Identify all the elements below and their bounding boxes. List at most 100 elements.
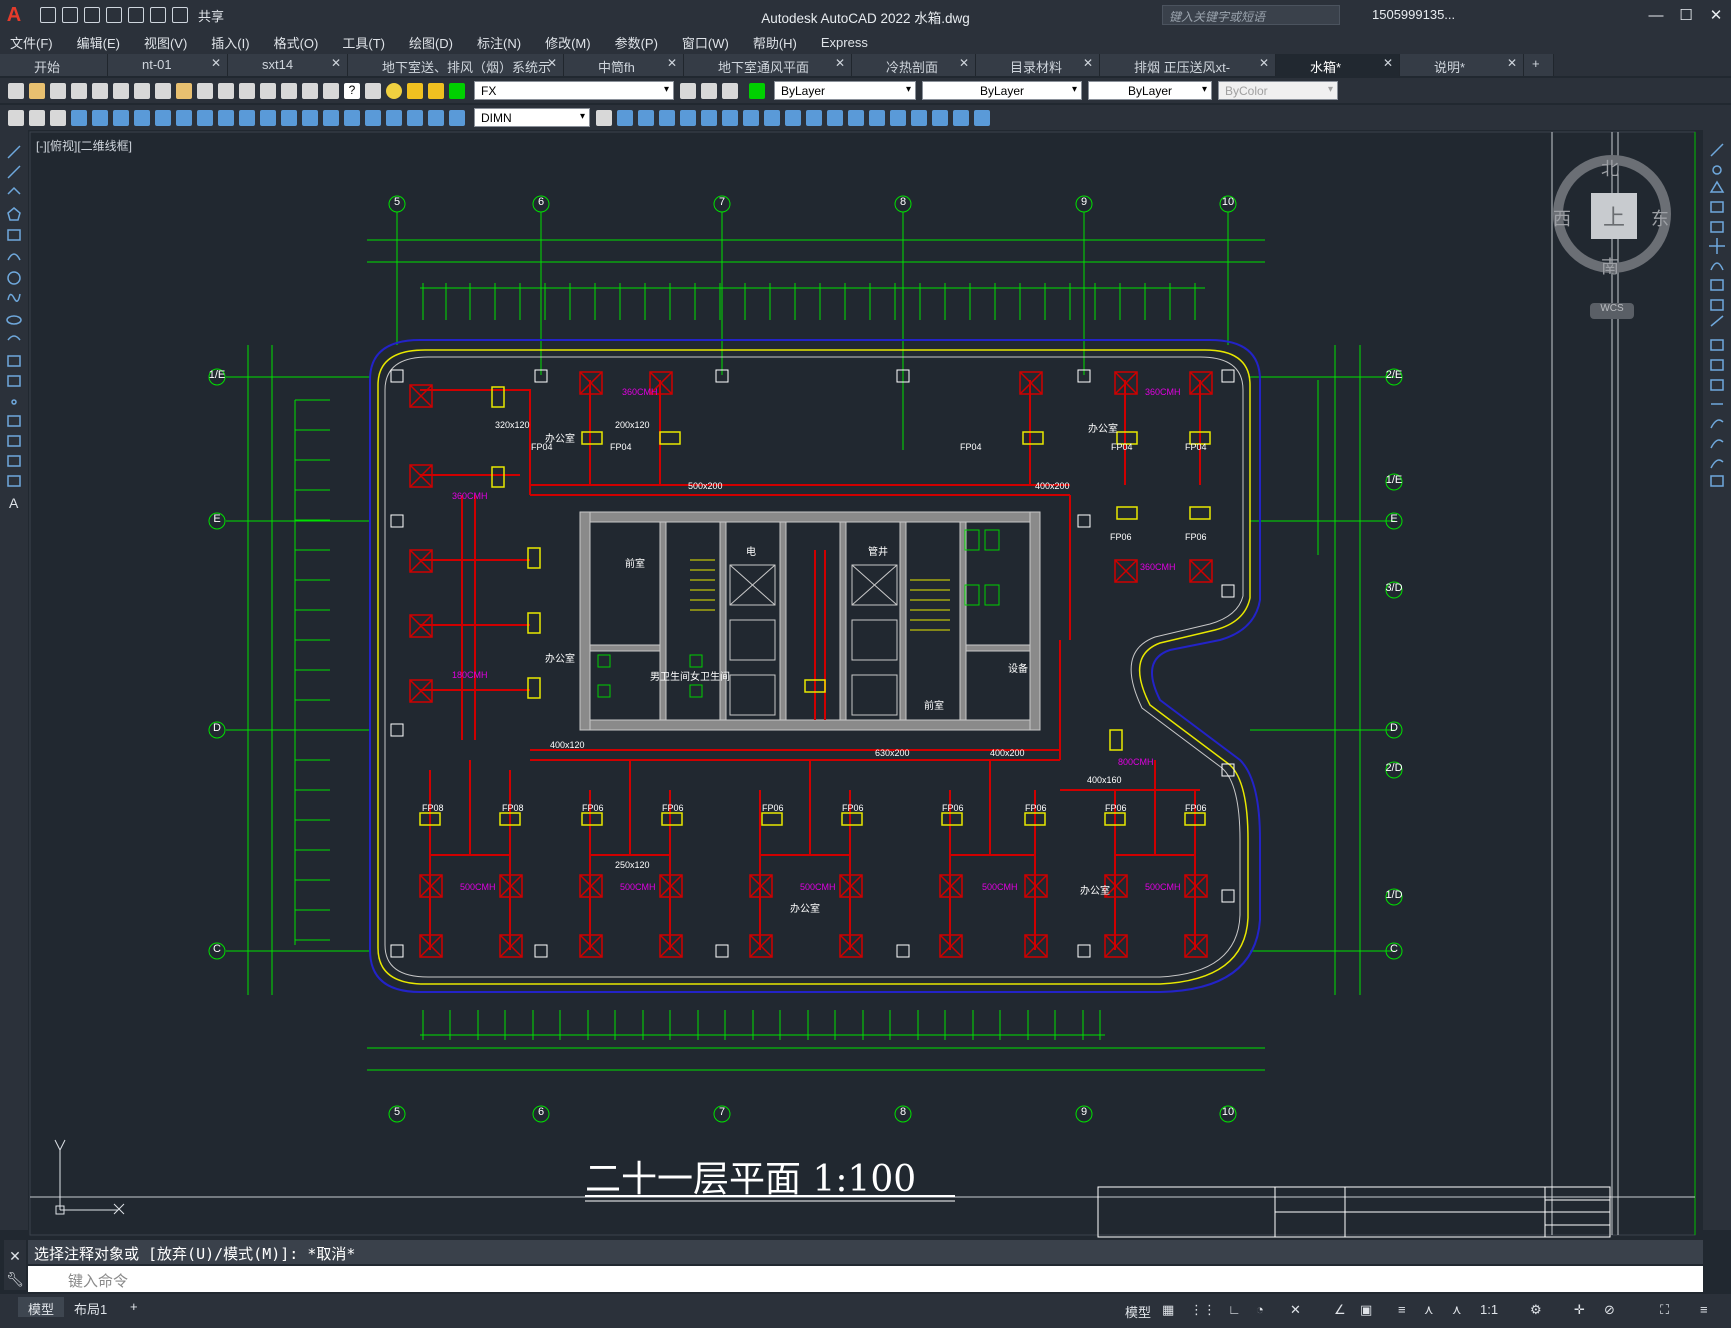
cmd-settings-icon[interactable]: 🔧︎ — [4, 1271, 26, 1288]
airflow-label: 360CMH — [1140, 562, 1176, 572]
fcu-label: FP06 — [662, 803, 684, 813]
airflow-label: 500CMH — [800, 882, 836, 892]
airflow-label: 800CMH — [1118, 757, 1154, 767]
grid-col-bottom-8: 8 — [899, 1106, 907, 1118]
grid-col-top-5: 5 — [393, 196, 401, 208]
grid-row-left-0: 1/E — [208, 369, 226, 381]
room-label: 办公室 — [790, 904, 820, 915]
room-label: 前室 — [924, 701, 944, 712]
customize-menu-icon[interactable]: ≡ — [1700, 1302, 1708, 1317]
fcu-label: FP04 — [1111, 442, 1133, 452]
viewcube-north[interactable]: 北 — [1601, 155, 1619, 181]
isolate-icon[interactable]: ⊘ — [1604, 1302, 1615, 1318]
grid-col-bottom-5: 5 — [393, 1106, 401, 1118]
osnap-icon[interactable]: ∠ — [1334, 1302, 1346, 1318]
viewcube-south[interactable]: 南 — [1601, 253, 1619, 279]
drawing-canvas[interactable] — [0, 0, 1731, 1238]
otrack-icon[interactable]: ▣ — [1360, 1302, 1372, 1318]
fcu-label: FP06 — [582, 803, 604, 813]
status-bar — [0, 1294, 1731, 1328]
grid-col-top-7: 7 — [718, 196, 726, 208]
grid-row-left-1: E — [213, 513, 221, 525]
tab-model[interactable]: 模型 — [18, 1297, 65, 1317]
wcs-button[interactable]: WCS — [1590, 303, 1634, 319]
snap-icon[interactable]: ⋮⋮ — [1190, 1302, 1216, 1318]
room-label: 男卫生间 — [650, 672, 690, 683]
room-label: 设备 — [1008, 664, 1028, 675]
annotation-visibility-icon[interactable]: ⋏ — [1452, 1302, 1462, 1318]
fcu-label: FP06 — [1110, 532, 1132, 542]
grid-row-right-2: E — [1390, 513, 1398, 525]
airflow-label: 500CMH — [982, 882, 1018, 892]
command-input[interactable]: 键入命令 — [28, 1266, 1703, 1292]
duct-size-label: 200x120 — [615, 420, 650, 430]
fcu-label: FP08 — [502, 803, 524, 813]
room-label: 女卫生间 — [690, 672, 730, 683]
viewcube-west[interactable]: 西 — [1553, 205, 1571, 231]
viewcube-top-face[interactable]: 上 — [1591, 193, 1637, 239]
grid-icon[interactable]: ▦ — [1162, 1302, 1174, 1318]
annotation-scale[interactable]: 1:1 — [1480, 1302, 1498, 1317]
isodraft-icon[interactable]: ✕ — [1290, 1302, 1301, 1318]
grid-row-right-5: 2/D — [1385, 762, 1403, 774]
crosshair-icon[interactable]: ✛ — [1574, 1302, 1585, 1318]
grid-col-bottom-10: 10 — [1221, 1106, 1235, 1118]
room-label: 办公室 — [545, 654, 575, 665]
duct-size-label: 250x120 — [615, 860, 650, 870]
fullscreen-icon[interactable]: ⛶ — [1660, 1302, 1669, 1318]
airflow-label: 360CMH — [1145, 387, 1181, 397]
grid-row-right-4: D — [1390, 722, 1398, 734]
grid-col-bottom-7: 7 — [718, 1106, 726, 1118]
room-label: 办公室 — [1080, 886, 1110, 897]
grid-row-left-2: D — [213, 722, 221, 734]
workspace-gear-icon[interactable]: ⚙ — [1530, 1302, 1542, 1318]
fcu-label: FP08 — [422, 803, 444, 813]
fcu-label: FP04 — [610, 442, 632, 452]
grid-col-bottom-9: 9 — [1080, 1106, 1088, 1118]
viewcube-east[interactable]: 东 — [1651, 205, 1669, 231]
airflow-label: 360CMH — [622, 387, 658, 397]
fcu-label: FP06 — [842, 803, 864, 813]
airflow-label: 500CMH — [1145, 882, 1181, 892]
room-label: 办公室 — [1088, 424, 1118, 435]
tab-layout1[interactable]: 布局1 — [64, 1297, 117, 1317]
room-label: 前室 — [625, 559, 645, 570]
grid-col-top-8: 8 — [899, 196, 907, 208]
cmd-close-icon[interactable]: ✕ — [4, 1248, 26, 1265]
grid-row-right-0: 2/E — [1385, 369, 1403, 381]
airflow-label: 180CMH — [452, 670, 488, 680]
grid-col-top-10: 10 — [1221, 196, 1235, 208]
add-layout-icon[interactable]: + — [120, 1297, 148, 1317]
fcu-label: FP06 — [1185, 532, 1207, 542]
fcu-label: FP04 — [960, 442, 982, 452]
annotation-icon[interactable]: ⋏ — [1424, 1302, 1434, 1318]
airflow-label: 360CMH — [452, 491, 488, 501]
airflow-label: 500CMH — [460, 882, 496, 892]
duct-size-label: 320x120 — [495, 420, 530, 430]
ortho-icon[interactable]: ∟ — [1228, 1302, 1241, 1317]
viewcube[interactable]: 上 北 南 西 东 — [1553, 155, 1671, 277]
grid-row-left-3: C — [213, 943, 221, 955]
airflow-label: 500CMH — [620, 882, 656, 892]
fcu-label: FP06 — [1185, 803, 1207, 813]
grid-row-right-3: 3/D — [1385, 582, 1403, 594]
grid-row-right-6: 1/D — [1385, 889, 1403, 901]
command-history: 选择注释对象或 [放弃(U)/模式(M)]: *取消* — [28, 1240, 1703, 1264]
duct-size-label: 400x120 — [550, 740, 585, 750]
room-label: 管井 — [868, 547, 888, 558]
grid-row-right-7: C — [1390, 943, 1398, 955]
duct-size-label: 400x160 — [1087, 775, 1122, 785]
fcu-label: FP04 — [1185, 442, 1207, 452]
polar-icon[interactable]: ◔ — [1256, 1302, 1264, 1317]
fcu-label: FP06 — [1025, 803, 1047, 813]
model-space-button[interactable]: 模型 — [1125, 1302, 1151, 1321]
fcu-label: FP06 — [942, 803, 964, 813]
grid-row-right-1: 1/E — [1385, 474, 1403, 486]
duct-size-label: 400x200 — [990, 748, 1025, 758]
grid-col-top-6: 6 — [537, 196, 545, 208]
duct-size-label: 630x200 — [875, 748, 910, 758]
drawing-title: 二十一层平面 1:100 — [585, 1159, 917, 1200]
lineweight-icon[interactable]: ≡ — [1398, 1302, 1406, 1317]
cmd-grip[interactable]: ✕ 🔧︎ — [4, 1240, 26, 1290]
fcu-label: FP06 — [1105, 803, 1127, 813]
